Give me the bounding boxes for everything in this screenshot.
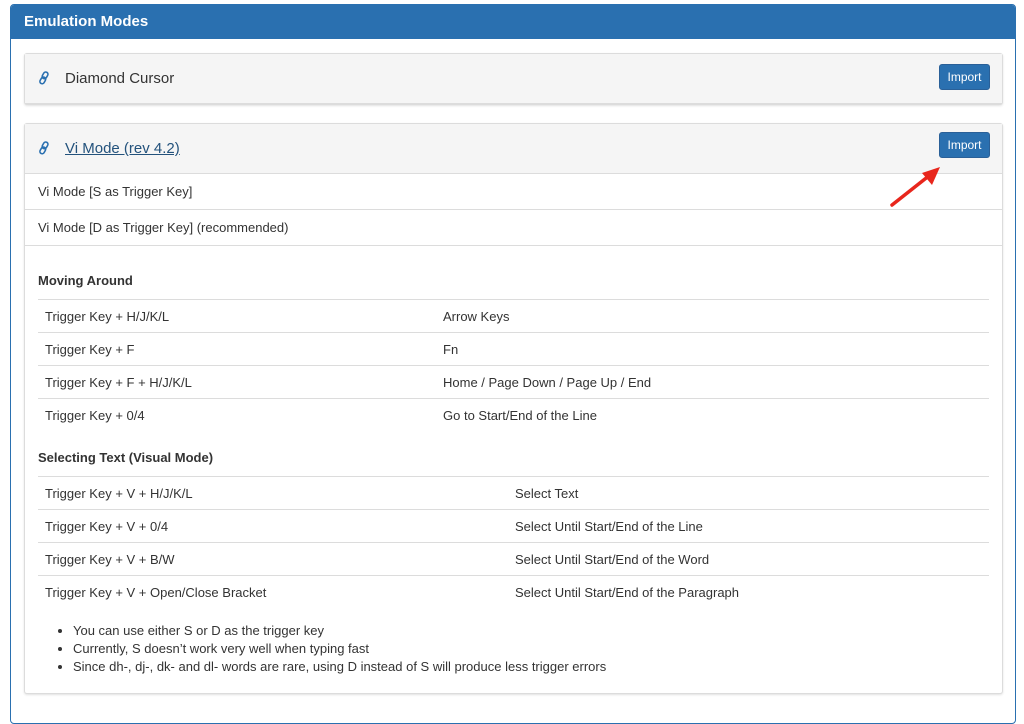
diamond-cursor-card: Diamond Cursor Import [24,53,1003,105]
annotation-arrow-icon [890,167,940,207]
diamond-cursor-import-button[interactable]: Import [939,64,990,90]
link-icon [39,71,49,85]
notes-list: You can use either S or D as the trigger… [38,622,989,676]
shortcut-cell: Trigger Key + V + 0/4 [38,509,508,543]
list-item: You can use either S or D as the trigger… [73,622,989,640]
table-row: Trigger Key + V + H/J/K/L Select Text [38,476,989,510]
shortcut-cell: Trigger Key + V + B/W [38,542,508,576]
table-row: Trigger Key + V + 0/4 Select Until Start… [38,509,989,543]
vi-mode-title-link[interactable]: Vi Mode (rev 4.2) [65,140,180,157]
vi-mode-import-button[interactable]: Import [939,132,990,158]
selecting-text-table: Trigger Key + V + H/J/K/L Select Text Tr… [38,476,989,608]
table-row: Trigger Key + F Fn [38,332,989,366]
vi-mode-body: Moving Around Trigger Key + H/J/K/L Arro… [25,273,1002,676]
table-row: Trigger Key + V + Open/Close Bracket Sel… [38,575,989,608]
table-row: Trigger Key + 0/4 Go to Start/End of the… [38,398,989,431]
link-icon [39,141,49,155]
shortcut-cell: Trigger Key + F [38,332,436,366]
variant-d-trigger[interactable]: Vi Mode [D as Trigger Key] (recommended) [25,210,1002,246]
panel-title: Emulation Modes [11,5,1015,39]
action-cell: Go to Start/End of the Line [436,398,989,431]
table-row: Trigger Key + V + B/W Select Until Start… [38,542,989,576]
emulation-modes-panel: Emulation Modes Diamond Cursor Import Vi… [10,4,1016,724]
vi-mode-card: Vi Mode (rev 4.2) Import Vi Mode [S as T… [24,123,1003,694]
table-row: Trigger Key + F + H/J/K/L Home / Page Do… [38,365,989,399]
list-item: Currently, S doesn’t work very well when… [73,640,989,658]
diamond-cursor-title: Diamond Cursor [65,70,175,87]
action-cell: Select Until Start/End of the Paragraph [508,575,989,608]
shortcut-cell: Trigger Key + V + Open/Close Bracket [38,575,508,608]
shortcut-cell: Trigger Key + 0/4 [38,398,436,431]
action-cell: Select Text [508,476,989,510]
table-row: Trigger Key + H/J/K/L Arrow Keys [38,299,989,333]
shortcut-cell: Trigger Key + V + H/J/K/L [38,476,508,510]
list-item: Since dh-, dj-, dk- and dl- words are ra… [73,658,989,676]
vi-mode-header: Vi Mode (rev 4.2) Import [25,124,1002,174]
action-cell: Select Until Start/End of the Line [508,509,989,543]
action-cell: Fn [436,332,989,366]
shortcut-cell: Trigger Key + H/J/K/L [38,299,436,333]
section-heading-moving-around: Moving Around [38,273,133,288]
action-cell: Home / Page Down / Page Up / End [436,365,989,399]
variant-s-trigger[interactable]: Vi Mode [S as Trigger Key] [25,174,1002,210]
shortcut-cell: Trigger Key + F + H/J/K/L [38,365,436,399]
action-cell: Select Until Start/End of the Word [508,542,989,576]
action-cell: Arrow Keys [436,299,989,333]
section-heading-selecting-text: Selecting Text (Visual Mode) [38,450,214,465]
diamond-cursor-header: Diamond Cursor Import [25,54,1002,104]
moving-around-table: Trigger Key + H/J/K/L Arrow Keys Trigger… [38,299,989,431]
